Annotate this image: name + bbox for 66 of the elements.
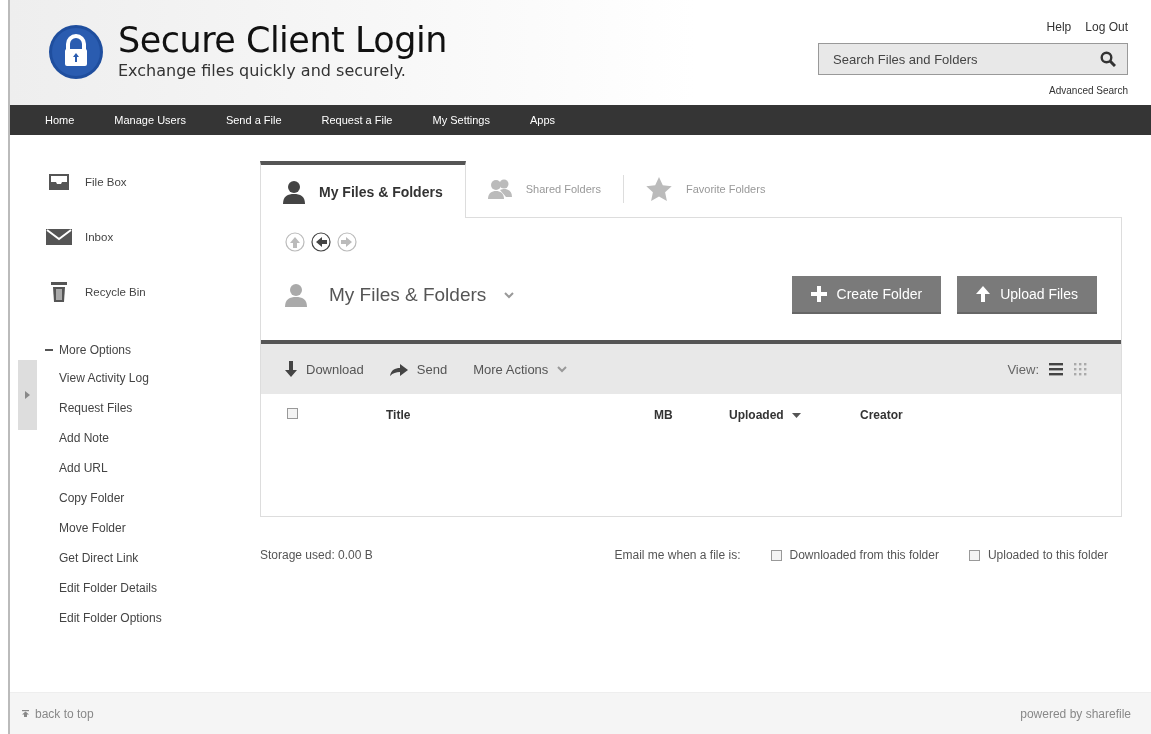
sidebar-link[interactable]: View Activity Log [45,369,230,399]
checkbox[interactable] [968,549,980,561]
plus-icon [810,286,827,302]
checkbox[interactable] [287,408,298,419]
triangle-icon [25,391,30,399]
column-header[interactable]: Title [386,408,654,422]
header-link[interactable]: Log Out [1085,20,1128,34]
storage-used: Storage used: 0.00 B [260,548,373,562]
tab[interactable]: My Files & Folders [260,161,466,218]
header-link[interactable]: Help [1046,20,1072,34]
sidebar-toggle[interactable] [18,360,37,430]
sidebar-link[interactable]: Edit Folder Options [45,609,230,639]
option-label: Downloaded from this folder [789,548,939,562]
sort-down-icon [791,412,801,418]
padlock-logo-icon [48,24,104,80]
nav-item[interactable]: Request a File [321,114,393,126]
back-arrow-button[interactable] [311,232,331,252]
checkbox[interactable] [770,549,782,561]
nav-item[interactable]: Apps [529,114,556,126]
down-arrow-icon [285,361,297,377]
envelope-icon [45,229,73,245]
person-icon [285,283,307,307]
tagline: Exchange files quickly and securely. [118,60,407,80]
search-field[interactable]: Search Files and Folders [818,43,1128,75]
list-view-icon[interactable] [1049,362,1063,376]
option-label: Uploaded to this folder [987,548,1108,562]
sidebar-item[interactable]: File Box [45,170,230,194]
sidebar-link[interactable]: Add Note [45,429,230,459]
sidebar-item[interactable]: Inbox [45,225,230,249]
people-icon [487,178,512,199]
action-button[interactable]: Create Folder [791,276,942,314]
nav-item[interactable]: My Settings [432,114,490,126]
sidebar-link[interactable]: Get Direct Link [45,549,230,579]
grid-view-icon[interactable] [1073,362,1087,376]
toolbar-action[interactable]: More Actions [473,361,568,377]
advanced-search-link[interactable]: Advanced Search [1049,85,1128,96]
column-header[interactable]: MB [654,408,729,422]
sidebar-link[interactable]: Request Files [45,399,230,429]
right-arrow-icon [389,362,408,376]
column-header[interactable]: Creator [860,408,903,422]
sidebar-link[interactable]: Copy Folder [45,489,230,519]
column-header[interactable]: Uploaded [729,408,860,422]
more-options-toggle[interactable]: More Options [45,339,230,361]
powered-by: powered by sharefile [1020,706,1131,721]
up-arrow-icon [22,710,29,717]
action-button[interactable]: Upload Files [957,276,1097,314]
sidebar-link[interactable]: Move Folder [45,519,230,549]
sidebar-item[interactable]: Recycle Bin [45,280,230,304]
nav-item[interactable]: Home [45,114,75,126]
person-icon [283,179,305,204]
chevron-icon [504,291,515,299]
chevron-icon [557,365,568,373]
folder-dropdown[interactable]: My Files & Folders [285,283,515,307]
email-label: Email me when a file is: [614,548,741,562]
search-icon[interactable] [1100,51,1116,67]
toolbar-action[interactable]: Send [389,361,448,377]
toolbar-action[interactable]: Download [285,361,364,377]
sidebar-link[interactable]: Edit Folder Details [45,579,230,609]
up-arrow-icon [976,286,991,302]
minus-icon [45,346,53,354]
nav-item[interactable]: Send a File [225,114,282,126]
view-label: View: [1007,361,1039,377]
sidebar-link[interactable]: Add URL [45,459,230,489]
site-title: Secure Client Login [118,20,447,59]
nav-item[interactable]: Manage Users [114,114,186,126]
star-icon [645,176,672,201]
